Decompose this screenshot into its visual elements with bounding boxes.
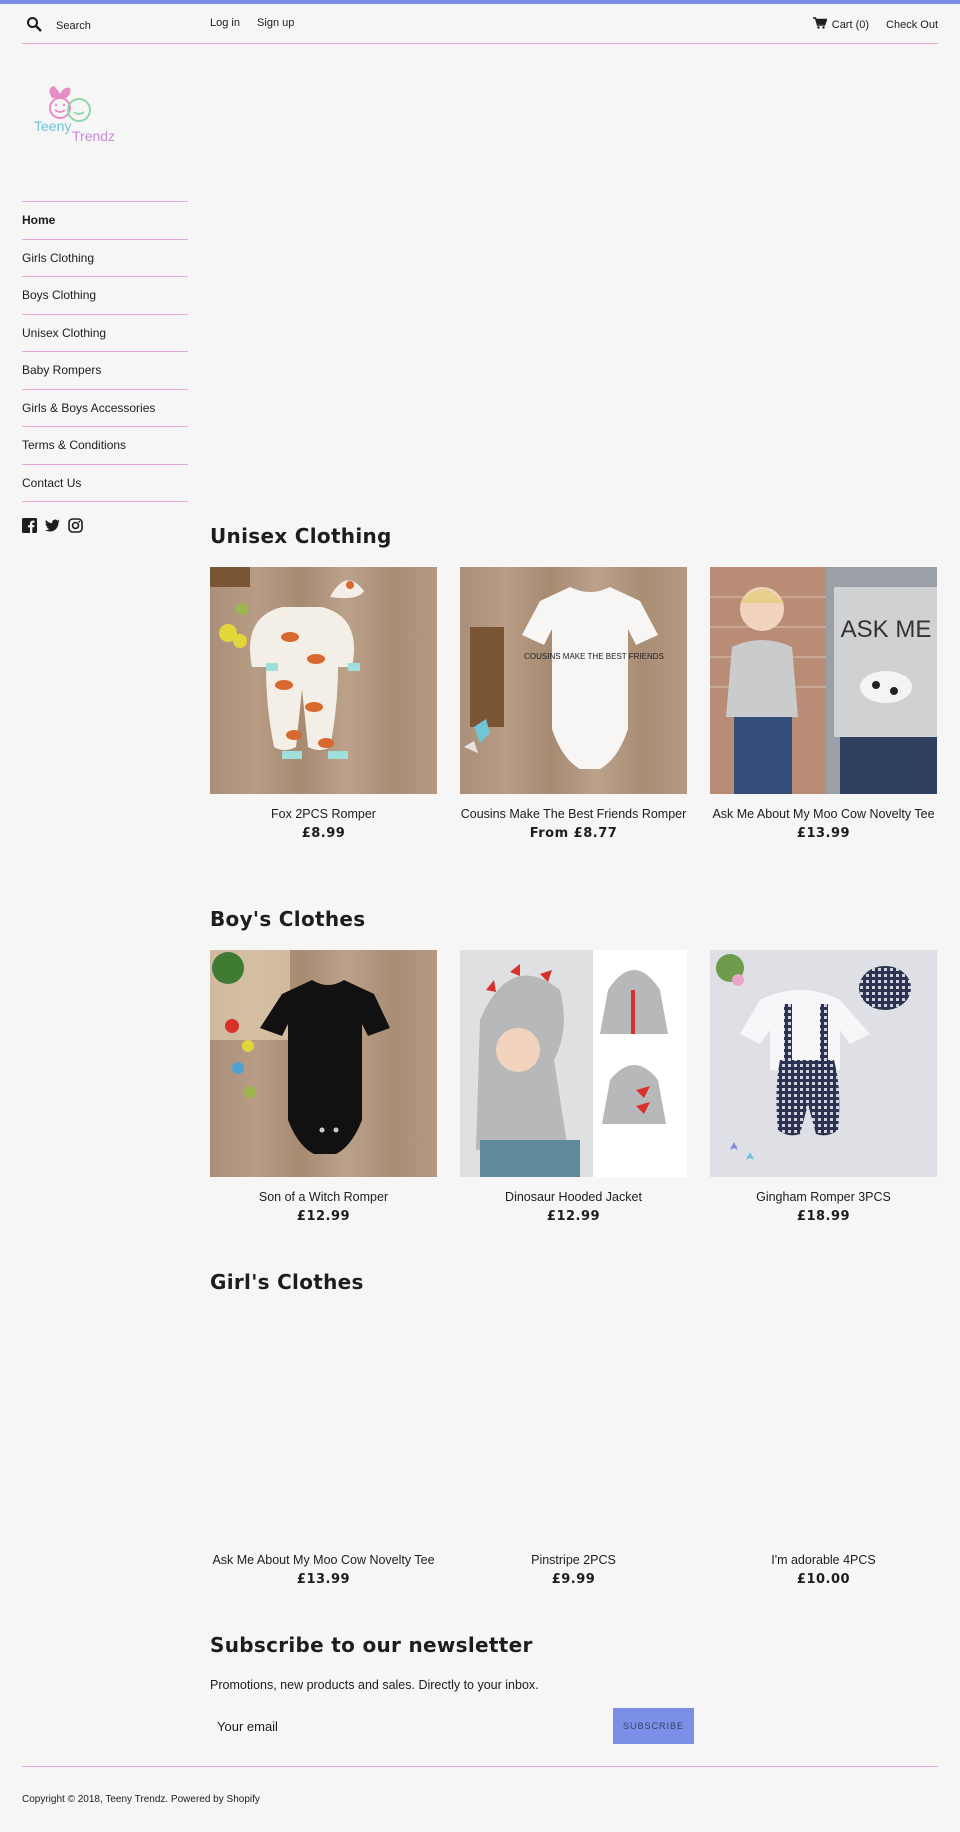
product-price: £10.00	[796, 1572, 851, 1587]
footer-copyright: Copyright © 2018, Teeny Trendz. Powered …	[22, 1794, 260, 1805]
store-logo[interactable]: Teeny Trendz	[30, 84, 134, 154]
product-grid-boys: Son of a Witch Romper £12.99 Dinosaur Ho…	[210, 950, 937, 1227]
product-image-placeholder[interactable]	[210, 1313, 437, 1540]
search-input[interactable]	[56, 20, 196, 32]
nav-item-unisex-clothing[interactable]: Unisex Clothing	[22, 315, 188, 352]
product-price: From £8.77	[529, 826, 618, 841]
section-title-girls: Girl's Clothes	[210, 1270, 364, 1294]
cart-link[interactable]: Cart (0)	[832, 19, 869, 31]
product-price: £9.99	[551, 1572, 596, 1587]
product-grid-unisex: Fox 2PCS Romper £8.99 COUSINS MAKE THE B…	[210, 567, 937, 844]
product-card[interactable]: ASK ME Ask Me About My Moo Cow Novelty T…	[710, 567, 937, 844]
product-card[interactable]: Son of a Witch Romper £12.99	[210, 950, 437, 1227]
product-title[interactable]: I'm adorable 4PCS	[710, 1550, 937, 1570]
site-header: Log in Sign up Cart (0) Check Out	[22, 4, 938, 44]
product-title[interactable]: Cousins Make The Best Friends Romper	[460, 804, 687, 824]
product-image-fox-romper[interactable]	[210, 567, 437, 794]
subscribe-button[interactable]: SUBSCRIBE	[613, 1708, 694, 1744]
search-icon[interactable]	[26, 16, 42, 37]
product-card[interactable]: Gingham Romper 3PCS £18.99	[710, 950, 937, 1227]
product-price: £8.99	[301, 826, 346, 841]
section-title-boys: Boy's Clothes	[210, 907, 366, 931]
product-title[interactable]: Ask Me About My Moo Cow Novelty Tee	[710, 804, 937, 824]
product-card[interactable]: I'm adorable 4PCS £10.00	[710, 1313, 937, 1590]
signup-link[interactable]: Sign up	[257, 17, 294, 29]
login-link[interactable]: Log in	[210, 17, 240, 29]
product-card[interactable]: Fox 2PCS Romper £8.99	[210, 567, 437, 844]
product-image-placeholder[interactable]	[460, 1313, 687, 1540]
facebook-icon[interactable]	[22, 518, 37, 538]
product-image-dinosaur-jacket[interactable]	[460, 950, 687, 1177]
nav-item-home[interactable]: Home	[22, 202, 188, 240]
product-price: £13.99	[796, 826, 851, 841]
account-links: Log in Sign up	[210, 17, 308, 29]
product-title[interactable]: Dinosaur Hooded Jacket	[460, 1187, 687, 1207]
product-card[interactable]: COUSINS MAKE THE BEST FRIENDS Cousins Ma…	[460, 567, 687, 844]
product-title[interactable]: Son of a Witch Romper	[210, 1187, 437, 1207]
product-price: £13.99	[296, 1572, 351, 1587]
product-image-son-of-witch[interactable]	[210, 950, 437, 1177]
product-price: £12.99	[546, 1209, 601, 1224]
newsletter-title: Subscribe to our newsletter	[210, 1633, 533, 1657]
product-price: £12.99	[296, 1209, 351, 1224]
product-image-moo-cow-tee[interactable]: ASK ME	[710, 567, 937, 794]
romper-print-text: COUSINS MAKE THE BEST FRIENDS	[524, 652, 664, 661]
product-title[interactable]: Ask Me About My Moo Cow Novelty Tee	[210, 1550, 437, 1570]
product-title[interactable]: Fox 2PCS Romper	[210, 804, 437, 824]
product-card[interactable]: Pinstripe 2PCS £9.99	[460, 1313, 687, 1590]
tee-print-text-large: ASK ME	[841, 616, 932, 643]
nav-item-baby-rompers[interactable]: Baby Rompers	[22, 352, 188, 390]
nav-item-accessories[interactable]: Girls & Boys Accessories	[22, 390, 188, 427]
nav-item-contact[interactable]: Contact Us	[22, 465, 188, 502]
twitter-icon[interactable]	[45, 518, 60, 538]
social-links	[22, 518, 83, 538]
checkout-link[interactable]: Check Out	[886, 19, 938, 31]
product-card[interactable]: Ask Me About My Moo Cow Novelty Tee £13.…	[210, 1313, 437, 1590]
product-card[interactable]: Dinosaur Hooded Jacket £12.99	[460, 950, 687, 1227]
product-price: £18.99	[796, 1209, 851, 1224]
nav-item-terms[interactable]: Terms & Conditions	[22, 427, 188, 465]
logo-text-teeny: Teeny	[34, 118, 71, 134]
footer-divider	[22, 1766, 938, 1767]
nav-item-girls-clothing[interactable]: Girls Clothing	[22, 240, 188, 277]
instagram-icon[interactable]	[68, 518, 83, 538]
search-form	[26, 14, 196, 38]
product-grid-girls: Ask Me About My Moo Cow Novelty Tee £13.…	[210, 1313, 937, 1590]
newsletter-email-field[interactable]	[210, 1708, 613, 1744]
nav-item-boys-clothing[interactable]: Boys Clothing	[22, 277, 188, 315]
product-title[interactable]: Pinstripe 2PCS	[460, 1550, 687, 1570]
sidebar-nav: Home Girls Clothing Boys Clothing Unisex…	[22, 201, 188, 502]
product-title[interactable]: Gingham Romper 3PCS	[710, 1187, 937, 1207]
product-image-gingham-romper[interactable]	[710, 950, 937, 1177]
cart-area: Cart (0) Check Out	[812, 17, 938, 32]
cart-icon[interactable]	[812, 17, 832, 32]
product-image-placeholder[interactable]	[710, 1313, 937, 1540]
product-image-cousins-romper[interactable]: COUSINS MAKE THE BEST FRIENDS	[460, 567, 687, 794]
logo-text-trendz: Trendz	[72, 128, 115, 144]
newsletter-description: Promotions, new products and sales. Dire…	[210, 1678, 539, 1692]
section-title-unisex: Unisex Clothing	[210, 524, 392, 548]
